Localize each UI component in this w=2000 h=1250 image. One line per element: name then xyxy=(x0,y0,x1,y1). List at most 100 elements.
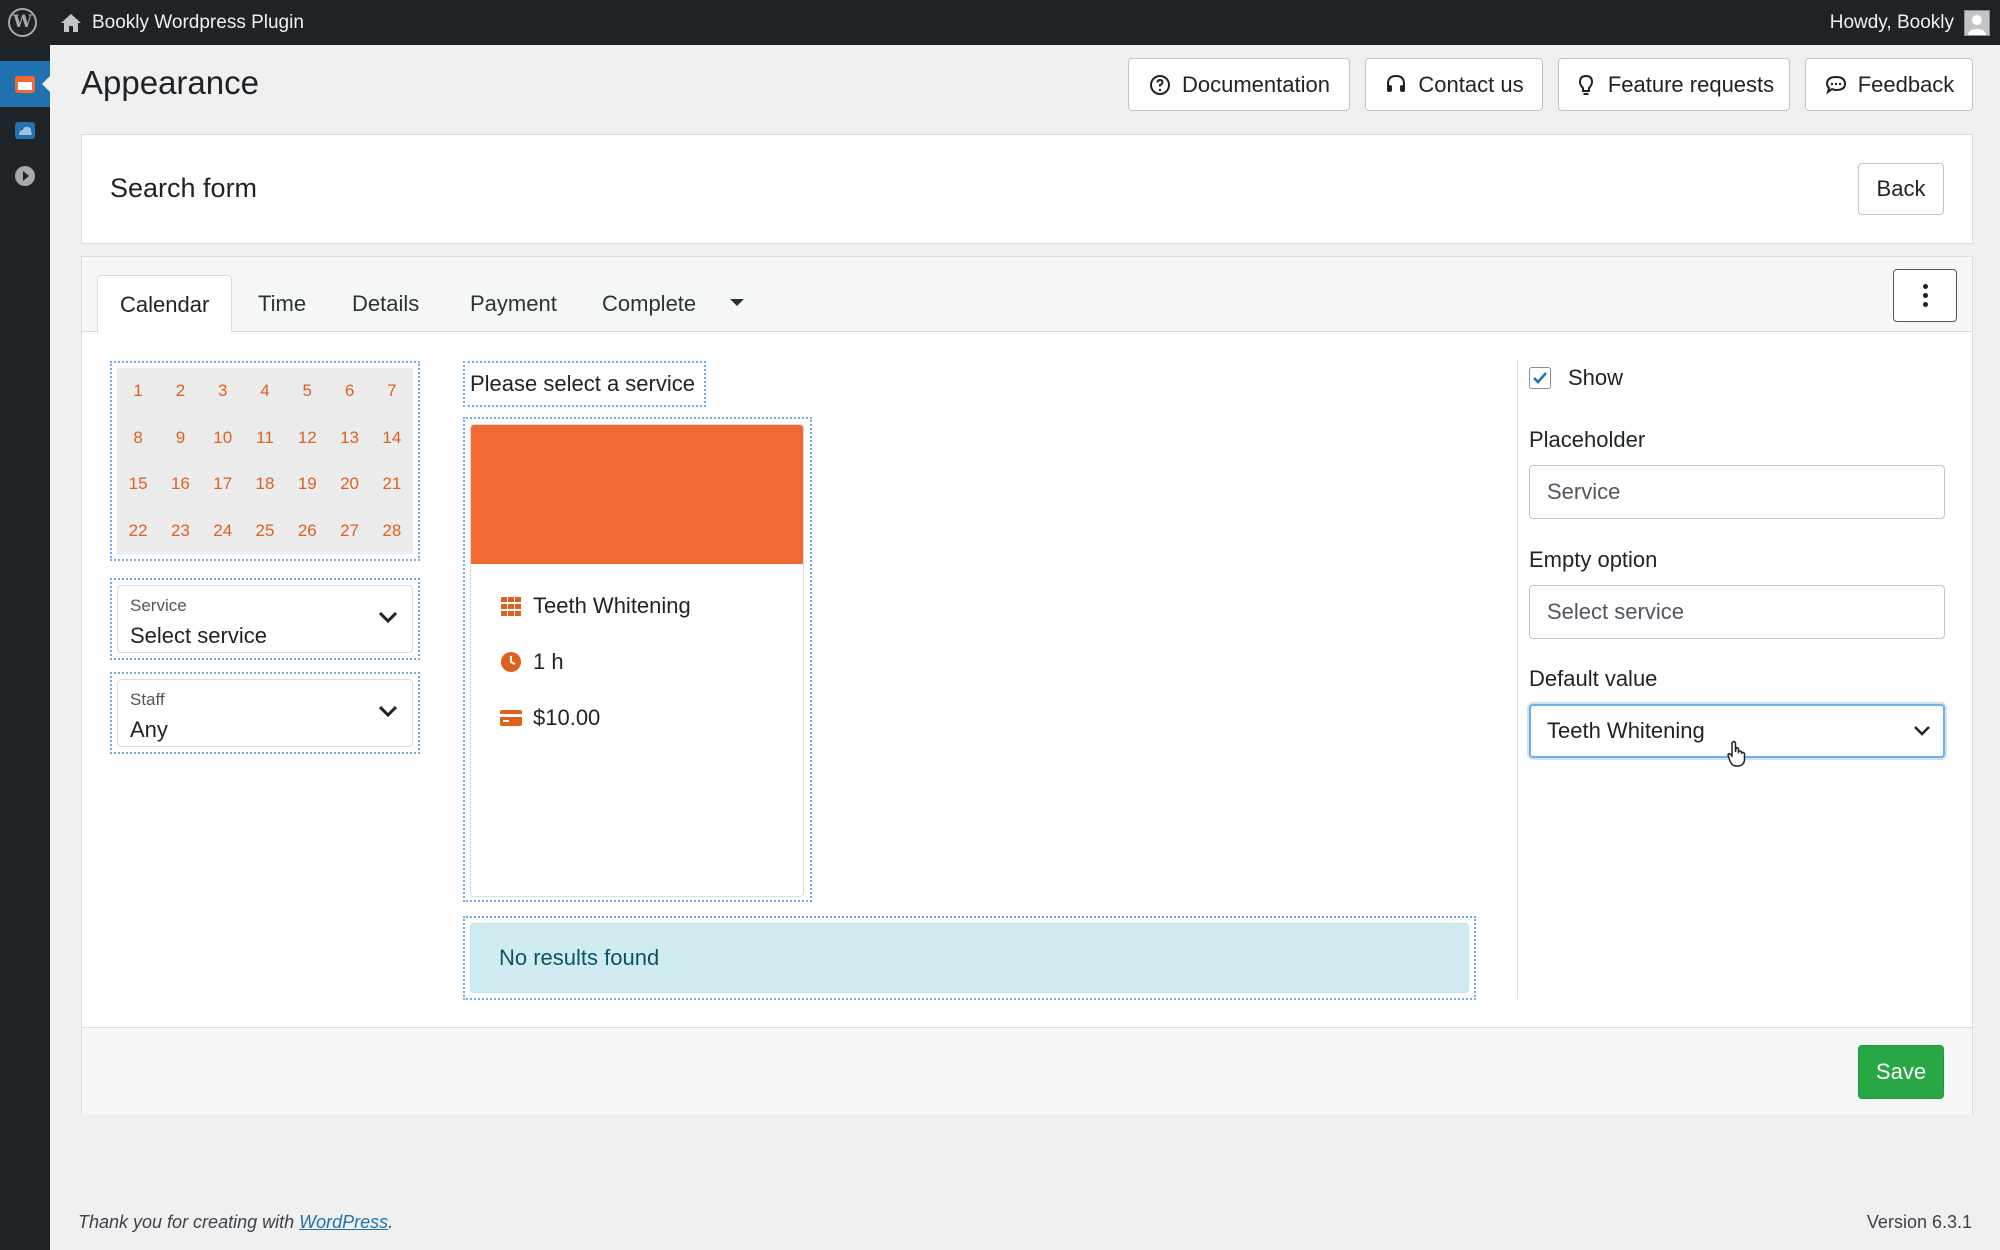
tab-details[interactable]: Details xyxy=(330,275,441,333)
admin-menu xyxy=(0,45,50,1250)
clock-icon xyxy=(501,652,521,672)
default-value-label: Default value xyxy=(1529,666,1658,691)
calendar-day[interactable]: 28 xyxy=(371,508,413,555)
no-results-alert: No results found xyxy=(470,923,1469,993)
calendar-day[interactable]: 12 xyxy=(286,415,328,462)
calendar-day[interactable]: 20 xyxy=(328,461,370,508)
question-circle-icon xyxy=(1150,74,1170,95)
chevron-down-icon xyxy=(378,705,398,718)
calendar-day[interactable]: 5 xyxy=(286,368,328,415)
calendar-day[interactable]: 9 xyxy=(159,415,201,462)
wordpress-link[interactable]: WordPress xyxy=(299,1212,388,1232)
calendar-day[interactable]: 10 xyxy=(202,415,244,462)
calendar-day[interactable]: 24 xyxy=(202,508,244,555)
save-button[interactable]: Save xyxy=(1858,1045,1944,1099)
calendar-day[interactable]: 23 xyxy=(159,508,201,555)
home-icon xyxy=(61,13,81,32)
tab-payment[interactable]: Payment xyxy=(448,275,579,333)
calendar-day[interactable]: 1 xyxy=(117,368,159,415)
service-select-block[interactable]: Service Select service xyxy=(110,578,420,660)
user-icon xyxy=(1968,15,1986,35)
service-duration-row: 1 h xyxy=(499,649,564,675)
tab-time[interactable]: Time xyxy=(236,275,328,333)
menu-item-bookly[interactable] xyxy=(0,61,50,107)
calendar-day[interactable]: 18 xyxy=(244,461,286,508)
service-select[interactable]: Service Select service xyxy=(117,585,413,653)
service-list-block[interactable]: Teeth Whitening 1 h $10.00 xyxy=(463,417,812,902)
feedback-label: Feedback xyxy=(1857,71,1955,97)
calendar-grid: 1 2 3 4 5 6 7 8 9 10 11 12 13 14 15 16 17 18 19 20 21 22 23 24 2… xyxy=(117,368,413,554)
calendar-day[interactable]: 14 xyxy=(371,415,413,462)
feature-requests-label: Feature requests xyxy=(1607,71,1775,97)
headset-icon xyxy=(1387,74,1406,92)
service-card[interactable]: Teeth Whitening 1 h $10.00 xyxy=(470,424,804,897)
footer-suffix: . xyxy=(388,1212,394,1232)
credit-card-icon xyxy=(500,710,522,726)
calendar-day[interactable]: 8 xyxy=(117,415,159,462)
staff-select-value: Any xyxy=(130,717,168,742)
service-price: $10.00 xyxy=(533,705,601,730)
calendar-day[interactable]: 15 xyxy=(117,461,159,508)
calendar-day[interactable]: 13 xyxy=(328,415,370,462)
calendar-day[interactable]: 26 xyxy=(286,508,328,555)
checkmark-icon xyxy=(1533,372,1547,384)
documentation-button[interactable]: Documentation xyxy=(1128,58,1350,111)
avatar[interactable] xyxy=(1964,10,1990,36)
chevron-down-icon xyxy=(1914,726,1930,736)
chat-bubble-icon xyxy=(1825,75,1846,94)
menu-item-cloud[interactable] xyxy=(0,107,50,153)
empty-option-label: Empty option xyxy=(1529,547,1658,572)
chevron-down-icon xyxy=(378,611,398,624)
calendar-day[interactable]: 25 xyxy=(244,508,286,555)
no-results-block[interactable]: No results found xyxy=(463,916,1476,1000)
placeholder-input[interactable] xyxy=(1529,465,1945,519)
empty-option-input[interactable] xyxy=(1529,585,1945,639)
service-prompt: Please select a service xyxy=(470,371,695,396)
divider xyxy=(1517,359,1518,999)
calendar-day[interactable]: 11 xyxy=(244,415,286,462)
section-title: Search form xyxy=(110,173,258,203)
calendar-day[interactable]: 16 xyxy=(159,461,201,508)
calendar-day[interactable]: 21 xyxy=(371,461,413,508)
site-name-link[interactable]: Bookly Wordpress Plugin xyxy=(60,0,304,45)
calendar-day[interactable]: 2 xyxy=(159,368,201,415)
howdy-user[interactable]: Howdy, Bookly xyxy=(1830,0,1954,45)
appearance-editor: Calendar Time Details Payment Complete 1… xyxy=(81,256,1973,1115)
show-checkbox[interactable] xyxy=(1529,367,1551,389)
service-prompt-block[interactable]: Please select a service xyxy=(463,361,706,407)
calendar-widget[interactable]: 1 2 3 4 5 6 7 8 9 10 11 12 13 14 15 16 17 18 19 20 21 22 23 24 2… xyxy=(110,361,420,561)
staff-select-block[interactable]: Staff Any xyxy=(110,672,420,754)
menu-item-media[interactable] xyxy=(0,153,50,199)
more-tabs-caret-icon[interactable] xyxy=(730,299,744,306)
calendar-day[interactable]: 6 xyxy=(328,368,370,415)
service-name-row: Teeth Whitening xyxy=(499,593,691,619)
tabs-bar: Calendar Time Details Payment Complete xyxy=(82,257,1972,333)
admin-bar: W Bookly Wordpress Plugin Howdy, Bookly xyxy=(0,0,2000,45)
back-button[interactable]: Back xyxy=(1858,163,1944,215)
calendar-day[interactable]: 22 xyxy=(117,508,159,555)
show-label: Show xyxy=(1568,365,1624,390)
staff-select[interactable]: Staff Any xyxy=(117,679,413,747)
feedback-button[interactable]: Feedback xyxy=(1805,58,1973,111)
contact-us-label: Contact us xyxy=(1418,71,1524,97)
bookly-calendar-icon xyxy=(15,76,35,93)
more-options-button[interactable] xyxy=(1893,269,1957,322)
calendar-day[interactable]: 3 xyxy=(202,368,244,415)
feature-requests-button[interactable]: Feature requests xyxy=(1558,58,1790,111)
calendar-day[interactable]: 4 xyxy=(244,368,286,415)
calendar-day[interactable]: 17 xyxy=(202,461,244,508)
site-name: Bookly Wordpress Plugin xyxy=(92,11,304,33)
wordpress-logo-icon[interactable]: W xyxy=(8,8,37,37)
calendar-day[interactable]: 19 xyxy=(286,461,328,508)
hand-cursor-icon xyxy=(1727,740,1746,767)
tab-complete[interactable]: Complete xyxy=(580,275,718,333)
calendar-day[interactable]: 27 xyxy=(328,508,370,555)
footer-version: Version 6.3.1 xyxy=(1866,1212,1972,1232)
contact-us-button[interactable]: Contact us xyxy=(1365,58,1543,111)
kebab-dot xyxy=(1922,284,1928,289)
documentation-label: Documentation xyxy=(1182,71,1330,97)
footer-thanks-text: Thank you for creating with xyxy=(78,1212,300,1232)
calendar-day[interactable]: 7 xyxy=(371,368,413,415)
tab-calendar[interactable]: Calendar xyxy=(97,275,233,333)
staff-select-label: Staff xyxy=(130,690,165,709)
